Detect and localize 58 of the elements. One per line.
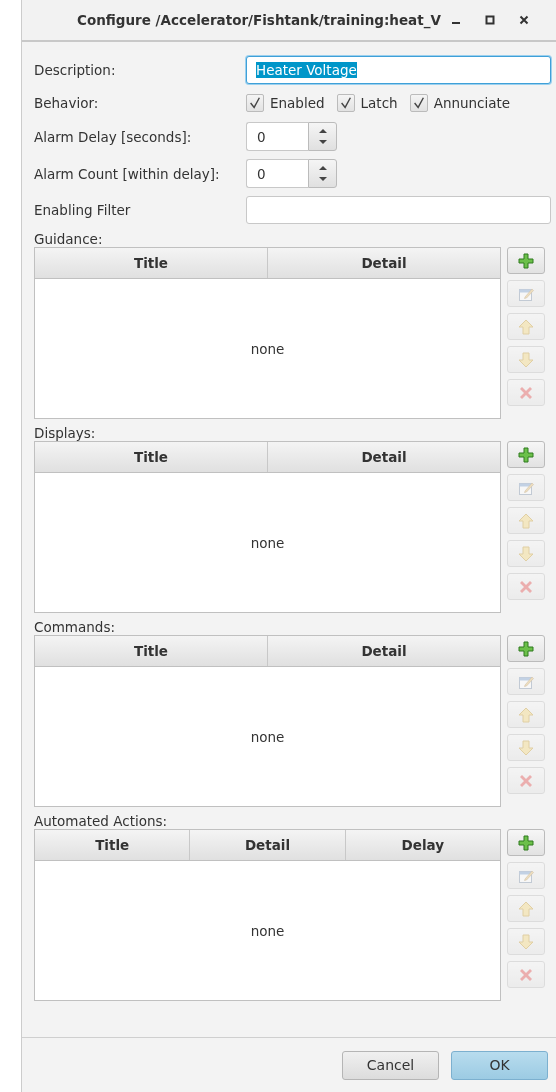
- ok-button[interactable]: OK: [451, 1050, 548, 1080]
- window-title: Configure /Accelerator/Fishtank/training:heat_V: [77, 12, 441, 28]
- down-arrow-icon: [518, 739, 534, 756]
- column-header[interactable]: Delay: [345, 830, 500, 860]
- column-header[interactable]: Title: [35, 830, 191, 860]
- column-header[interactable]: Title: [35, 248, 268, 278]
- checkbox-label: Annunciate: [433, 95, 511, 111]
- section-label: Commands:: [34, 619, 116, 635]
- section-label: Displays:: [34, 425, 97, 441]
- add-button[interactable]: [507, 247, 545, 274]
- empty-table-text: none: [250, 340, 285, 357]
- add-button[interactable]: [507, 441, 545, 468]
- empty-table-text: none: [250, 534, 285, 551]
- up-arrow-icon: [518, 706, 534, 723]
- delete-icon: [518, 966, 534, 983]
- field-label: Alarm Count [within delay]:: [34, 165, 221, 182]
- plus-icon: [518, 446, 534, 463]
- delete-icon: [518, 384, 534, 401]
- column-header[interactable]: Detail: [190, 830, 346, 860]
- number-field[interactable]: 0: [246, 122, 308, 151]
- add-button[interactable]: [507, 829, 545, 856]
- delete-icon: [518, 772, 534, 789]
- spinner-buttons[interactable]: [308, 159, 337, 188]
- number-field[interactable]: 0: [246, 159, 308, 188]
- down-arrow-icon: [518, 351, 534, 368]
- checkbox-label: Latch: [360, 95, 398, 111]
- column-header[interactable]: Detail: [268, 636, 500, 666]
- checkbox[interactable]: [336, 94, 355, 112]
- spinner-buttons[interactable]: [308, 122, 337, 151]
- add-button[interactable]: [507, 635, 545, 662]
- up-arrow-icon: [518, 318, 534, 335]
- delete-icon: [518, 578, 534, 595]
- plus-icon: [518, 252, 534, 269]
- maximize-icon[interactable]: [484, 15, 495, 25]
- field-label: Alarm Delay [seconds]:: [34, 128, 193, 145]
- section-label: Guidance:: [34, 231, 104, 247]
- column-header[interactable]: Detail: [268, 248, 500, 278]
- checkbox[interactable]: [246, 94, 264, 112]
- checkbox-label: Enabled: [270, 95, 325, 111]
- column-header[interactable]: Detail: [268, 442, 500, 472]
- plus-icon: [518, 834, 534, 851]
- empty-table-text: none: [250, 922, 285, 939]
- down-arrow-icon: [518, 933, 534, 950]
- cancel-button[interactable]: Cancel: [342, 1050, 439, 1080]
- column-header[interactable]: Title: [35, 636, 268, 666]
- column-header[interactable]: Title: [35, 442, 268, 472]
- plus-icon: [518, 640, 534, 657]
- field-label: Enabling Filter: [34, 202, 132, 218]
- filter-field[interactable]: [246, 196, 551, 224]
- close-icon[interactable]: [518, 15, 529, 25]
- down-arrow-icon: [518, 545, 534, 562]
- field-label: Behavior:: [34, 95, 100, 111]
- empty-table-text: none: [250, 728, 285, 745]
- up-arrow-icon: [518, 512, 534, 529]
- section-label: Automated Actions:: [34, 813, 169, 829]
- checkbox[interactable]: [409, 94, 428, 112]
- up-arrow-icon: [518, 900, 534, 917]
- field-label: Description:: [34, 62, 117, 78]
